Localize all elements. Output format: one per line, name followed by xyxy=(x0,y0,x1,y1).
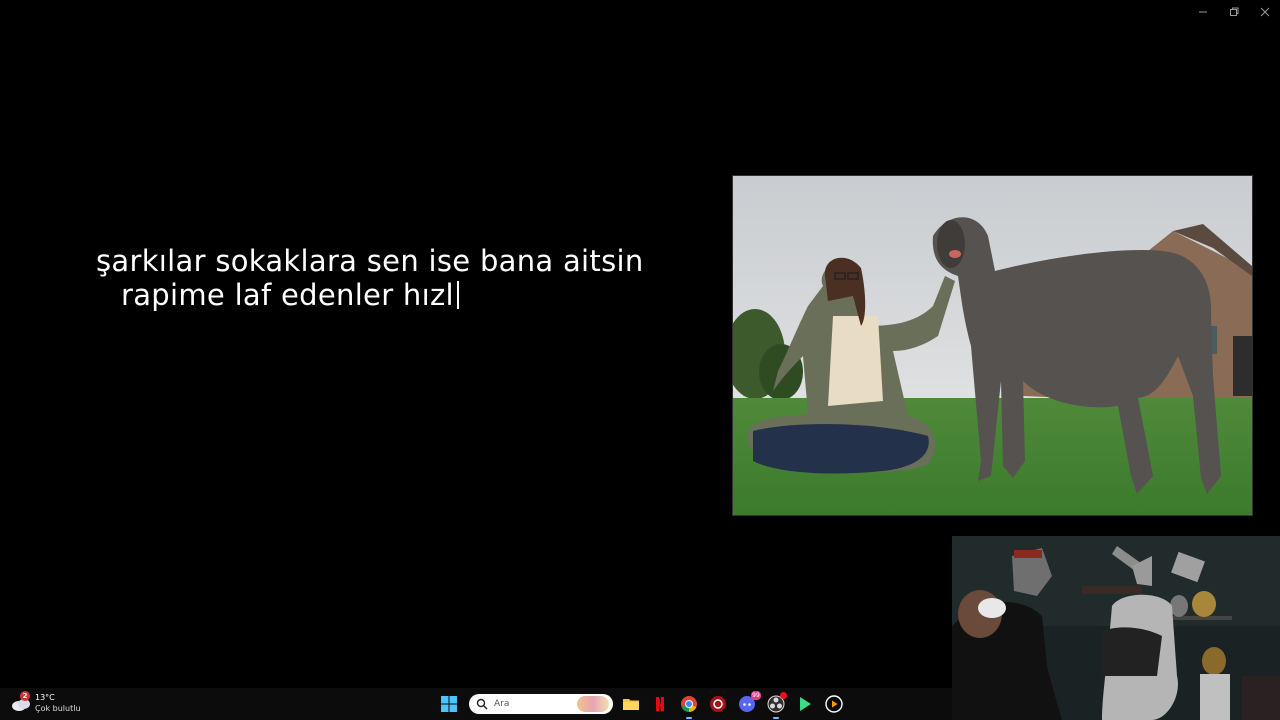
active-indicator xyxy=(686,717,692,719)
taskbar-app-obs[interactable] xyxy=(764,692,788,719)
window-controls xyxy=(1187,0,1280,24)
taskbar-center: Ara 99 xyxy=(437,691,851,719)
lyrics-editor[interactable]: şarkılar sokaklara sen ise bana aitsin r… xyxy=(96,244,696,312)
search-highlight-image xyxy=(577,696,609,712)
restore-button[interactable] xyxy=(1218,0,1249,24)
discord-badge: 99 xyxy=(751,691,761,700)
taskbar: 2 13°C Çok bulutlu Ara 99 xyxy=(0,688,952,720)
active-indicator xyxy=(773,717,779,719)
minimize-button[interactable] xyxy=(1187,0,1218,24)
close-button[interactable] xyxy=(1249,0,1280,24)
lyric-line-2-text: rapime laf edenler hızl xyxy=(121,278,454,312)
red-circle-icon xyxy=(710,696,726,712)
taskbar-app-video-player[interactable] xyxy=(822,692,846,716)
weather-widget[interactable]: 2 13°C Çok bulutlu xyxy=(10,691,81,714)
webcam-image xyxy=(952,536,1280,720)
netflix-icon xyxy=(656,697,664,711)
search-placeholder: Ara xyxy=(494,699,510,709)
restore-icon xyxy=(1229,7,1238,16)
close-icon xyxy=(1260,7,1269,17)
weather-temperature: 13°C xyxy=(35,692,55,702)
taskbar-app-chrome[interactable] xyxy=(677,692,701,719)
search-icon xyxy=(476,698,488,710)
play-circle-icon xyxy=(825,695,843,713)
text-caret xyxy=(456,281,459,309)
taskbar-app-discord[interactable]: 99 xyxy=(735,691,761,716)
lyric-line-2: rapime laf edenler hızl xyxy=(96,278,696,312)
play-icon xyxy=(800,697,811,711)
photo-image xyxy=(733,176,1252,515)
taskbar-app-media-player[interactable] xyxy=(793,692,817,716)
windows-logo-icon xyxy=(441,696,457,712)
cloud-icon: 2 xyxy=(10,691,32,714)
taskbar-app-game-launcher[interactable] xyxy=(706,692,730,716)
weather-text: 13°C Çok bulutlu xyxy=(35,693,81,714)
lyric-line-1: şarkılar sokaklara sen ise bana aitsin xyxy=(96,244,644,278)
taskbar-app-netflix[interactable] xyxy=(648,692,672,716)
start-button[interactable] xyxy=(437,692,461,716)
minimize-icon xyxy=(1198,11,1207,13)
weather-description: Çok bulutlu xyxy=(35,703,81,713)
chrome-icon xyxy=(681,696,697,712)
recording-badge xyxy=(780,692,787,699)
webcam-feed xyxy=(952,536,1280,720)
photo-woman-and-great-dane xyxy=(732,175,1253,516)
taskbar-search[interactable]: Ara xyxy=(469,694,613,714)
weather-badge: 2 xyxy=(20,691,30,701)
taskbar-app-file-explorer[interactable] xyxy=(619,692,643,716)
folder-icon xyxy=(623,699,639,710)
